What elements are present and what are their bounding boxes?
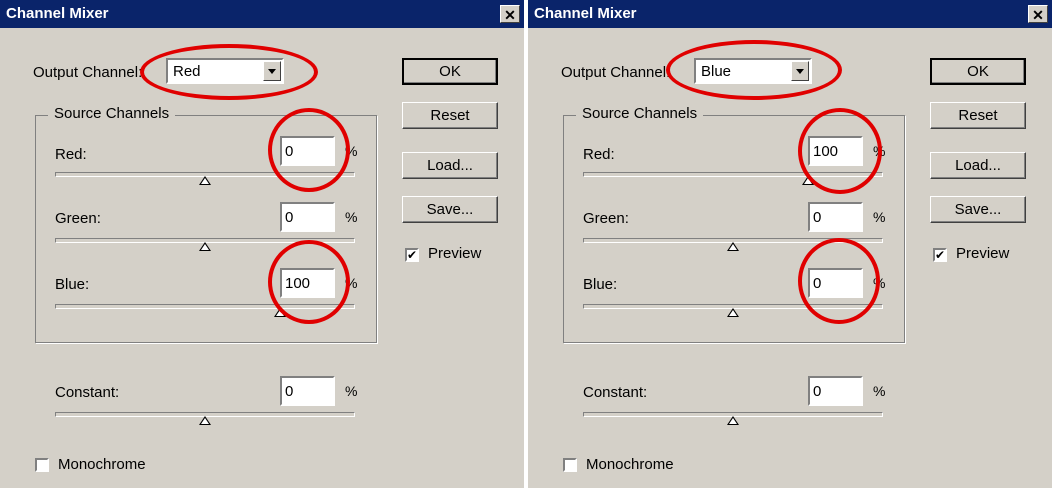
green-percent: % (345, 209, 358, 225)
green-value-input[interactable]: 0 (280, 202, 335, 232)
monochrome-checkbox[interactable] (563, 458, 577, 472)
blue-label: Blue: (55, 276, 90, 293)
channel-mixer-dialog-right: Channel Mixer ✕ Output Channel: Blue OK … (528, 0, 1052, 488)
preview-label: Preview (956, 245, 1010, 262)
dialog-title: Channel Mixer (534, 5, 637, 22)
red-label: Red: (55, 146, 87, 163)
ok-button[interactable]: OK (402, 58, 498, 85)
constant-value-input[interactable]: 0 (808, 376, 863, 406)
preview-label: Preview (428, 245, 482, 262)
source-channels-label: Source Channels (48, 105, 176, 122)
highlight-ring (666, 40, 842, 100)
preview-checkbox[interactable]: ✔ (405, 248, 419, 262)
blue-slider-thumb[interactable] (727, 308, 739, 317)
load-button[interactable]: Load... (930, 152, 1026, 179)
green-slider-thumb[interactable] (199, 242, 211, 251)
highlight-ring (798, 108, 882, 194)
reset-button[interactable]: Reset (930, 102, 1026, 129)
dialog-title: Channel Mixer (6, 5, 109, 22)
highlight-ring (268, 108, 350, 192)
close-button[interactable]: ✕ (1028, 5, 1048, 23)
source-channels-label: Source Channels (576, 105, 704, 122)
green-label: Green: (55, 210, 101, 227)
channel-mixer-dialog-left: Channel Mixer ✕ Output Channel: Red OK R… (0, 0, 524, 488)
save-button[interactable]: Save... (930, 196, 1026, 223)
red-label: Red: (583, 146, 615, 163)
ok-button[interactable]: OK (930, 58, 1026, 85)
monochrome-label: Monochrome (58, 456, 146, 473)
constant-percent: % (873, 383, 886, 399)
load-button[interactable]: Load... (402, 152, 498, 179)
monochrome-label: Monochrome (586, 456, 674, 473)
save-button[interactable]: Save... (402, 196, 498, 223)
constant-label: Constant: (55, 384, 120, 401)
green-label: Green: (583, 210, 629, 227)
title-bar[interactable]: Channel Mixer ✕ (0, 0, 524, 28)
highlight-ring (140, 44, 318, 100)
constant-percent: % (345, 383, 358, 399)
constant-slider-thumb[interactable] (727, 416, 739, 425)
highlight-ring (798, 238, 880, 324)
constant-value-input[interactable]: 0 (280, 376, 335, 406)
title-bar[interactable]: Channel Mixer ✕ (528, 0, 1052, 28)
green-slider-thumb[interactable] (727, 242, 739, 251)
output-channel-label: Output Channel: (33, 64, 143, 81)
green-value-input[interactable]: 0 (808, 202, 863, 232)
monochrome-checkbox[interactable] (35, 458, 49, 472)
constant-slider-thumb[interactable] (199, 416, 211, 425)
preview-checkbox[interactable]: ✔ (933, 248, 947, 262)
output-channel-label: Output Channel: (561, 64, 671, 81)
red-slider-thumb[interactable] (199, 176, 211, 185)
constant-label: Constant: (583, 384, 648, 401)
highlight-ring (268, 240, 350, 324)
reset-button[interactable]: Reset (402, 102, 498, 129)
close-button[interactable]: ✕ (500, 5, 520, 23)
green-percent: % (873, 209, 886, 225)
blue-label: Blue: (583, 276, 618, 293)
